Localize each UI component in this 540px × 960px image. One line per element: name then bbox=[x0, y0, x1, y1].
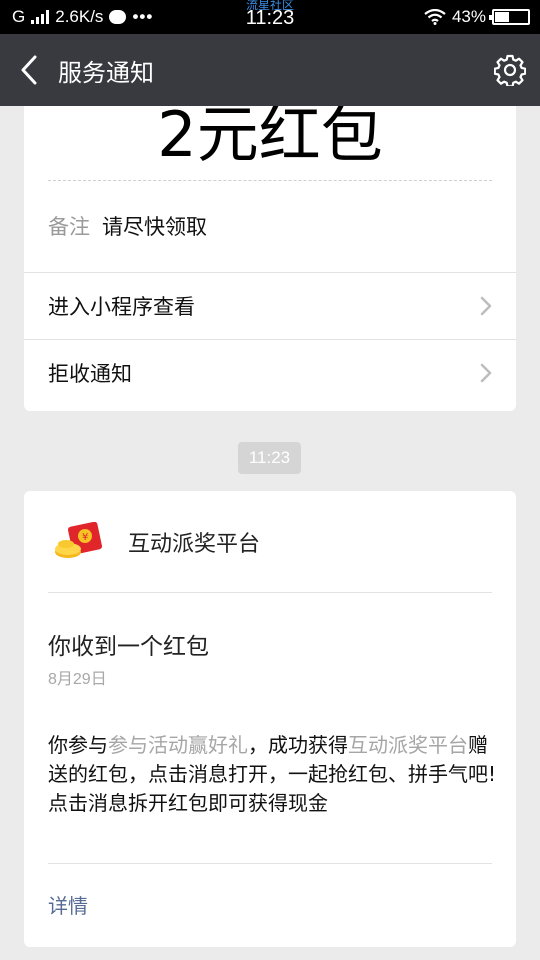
body-text: ，成功获得 bbox=[248, 733, 348, 757]
red-packet-amount: 2元红包 bbox=[157, 106, 383, 171]
open-mini-program-row[interactable]: 进入小程序查看 bbox=[24, 272, 516, 339]
body-text-line2: 点击消息拆开红包即可获得现金 bbox=[48, 791, 328, 815]
notification-date: 8月29日 bbox=[48, 671, 107, 688]
message-timestamp: 11:23 bbox=[238, 442, 301, 474]
chevron-right-icon bbox=[480, 363, 492, 383]
divider bbox=[48, 863, 492, 864]
remark-value: 请尽快领取 bbox=[102, 215, 207, 239]
remark: 备注 请尽快领取 bbox=[48, 211, 207, 241]
body-text: 你参与 bbox=[48, 733, 108, 757]
notification-source: ¥ 互动派奖平台 bbox=[24, 491, 516, 593]
dashed-divider bbox=[48, 180, 492, 181]
chevron-right-icon bbox=[480, 296, 492, 316]
open-mini-program-label: 进入小程序查看 bbox=[48, 295, 195, 319]
status-center: 流星社区 11:23 bbox=[0, 0, 540, 29]
svg-text:¥: ¥ bbox=[82, 532, 88, 543]
red-packet-icon: ¥ bbox=[52, 521, 106, 562]
battery-icon bbox=[489, 9, 530, 25]
details-link[interactable]: 详情 bbox=[48, 890, 88, 919]
notification-body: 你参与参与活动赢好礼，成功获得互动派奖平台赠送的红包，点击消息打开，一起抢红包、… bbox=[48, 731, 498, 818]
reject-notifications-label: 拒收通知 bbox=[48, 362, 132, 386]
status-bar: G 2.6K/s ••• 流星社区 11:23 43% bbox=[0, 0, 540, 34]
divider bbox=[48, 592, 492, 593]
notification-title: 你收到一个红包 bbox=[48, 634, 209, 660]
reject-notifications-row[interactable]: 拒收通知 bbox=[24, 339, 516, 406]
notification-card[interactable]: ¥ 互动派奖平台 你收到一个红包 8月29日 你参与参与活动赢好礼，成功获得互动… bbox=[24, 491, 516, 947]
header-bar: 服务通知 bbox=[0, 34, 540, 106]
gear-icon[interactable] bbox=[480, 34, 540, 106]
platform-name: 互动派奖平台 bbox=[348, 733, 468, 757]
status-time: 11:23 bbox=[245, 7, 295, 29]
chevron-left-icon[interactable] bbox=[4, 34, 54, 106]
remark-label: 备注 bbox=[48, 215, 90, 239]
page-title: 服务通知 bbox=[58, 58, 154, 87]
source-name: 互动派奖平台 bbox=[128, 532, 261, 557]
red-packet-card: 2元红包 备注 请尽快领取 进入小程序查看 拒收通知 bbox=[24, 106, 516, 411]
activity-name: 参与活动赢好礼 bbox=[108, 733, 248, 757]
